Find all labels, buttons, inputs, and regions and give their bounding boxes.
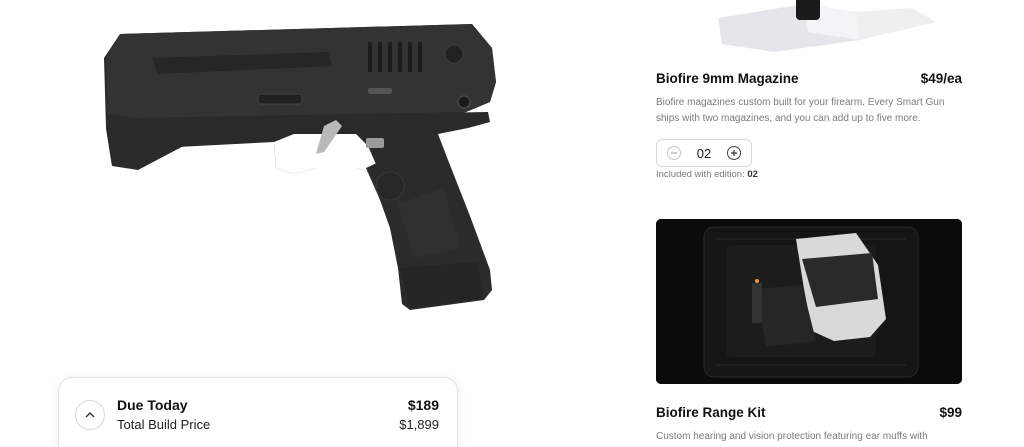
range-kit-title: Biofire Range Kit [656, 405, 766, 420]
magazine-price: $49/ea [920, 71, 962, 86]
plus-circle-icon[interactable] [727, 146, 741, 160]
included-value: 02 [747, 169, 758, 180]
range-kit-image [656, 219, 962, 384]
magazine-quantity-stepper: 02 [656, 139, 752, 167]
included-with-edition: Included with edition: 02 [656, 169, 758, 180]
total-build-price-value: $1,899 [399, 417, 439, 432]
due-today-label: Due Today [117, 397, 188, 413]
magazine-title: Biofire 9mm Magazine [656, 71, 799, 86]
range-kit-price: $99 [939, 405, 962, 420]
included-label: Included with edition: [656, 169, 745, 180]
quantity-value: 02 [696, 145, 712, 161]
product-preview: Due Today Total Build Price $189 $1,899 [0, 0, 620, 447]
minus-circle-icon[interactable] [667, 146, 681, 160]
range-kit-description: Custom hearing and vision protection fea… [656, 431, 928, 442]
order-summary-card: Due Today Total Build Price $189 $1,899 [58, 377, 458, 447]
smart-gun-image [98, 18, 510, 316]
due-today-value: $189 [407, 397, 439, 413]
magazine-stand-image [656, 0, 962, 52]
accessories-list: Biofire 9mm Magazine $49/ea Biofire maga… [620, 0, 1024, 447]
chevron-up-icon[interactable] [75, 400, 105, 430]
magazine-description: Biofire magazines custom built for your … [656, 97, 945, 124]
total-build-price-label: Total Build Price [117, 417, 211, 432]
